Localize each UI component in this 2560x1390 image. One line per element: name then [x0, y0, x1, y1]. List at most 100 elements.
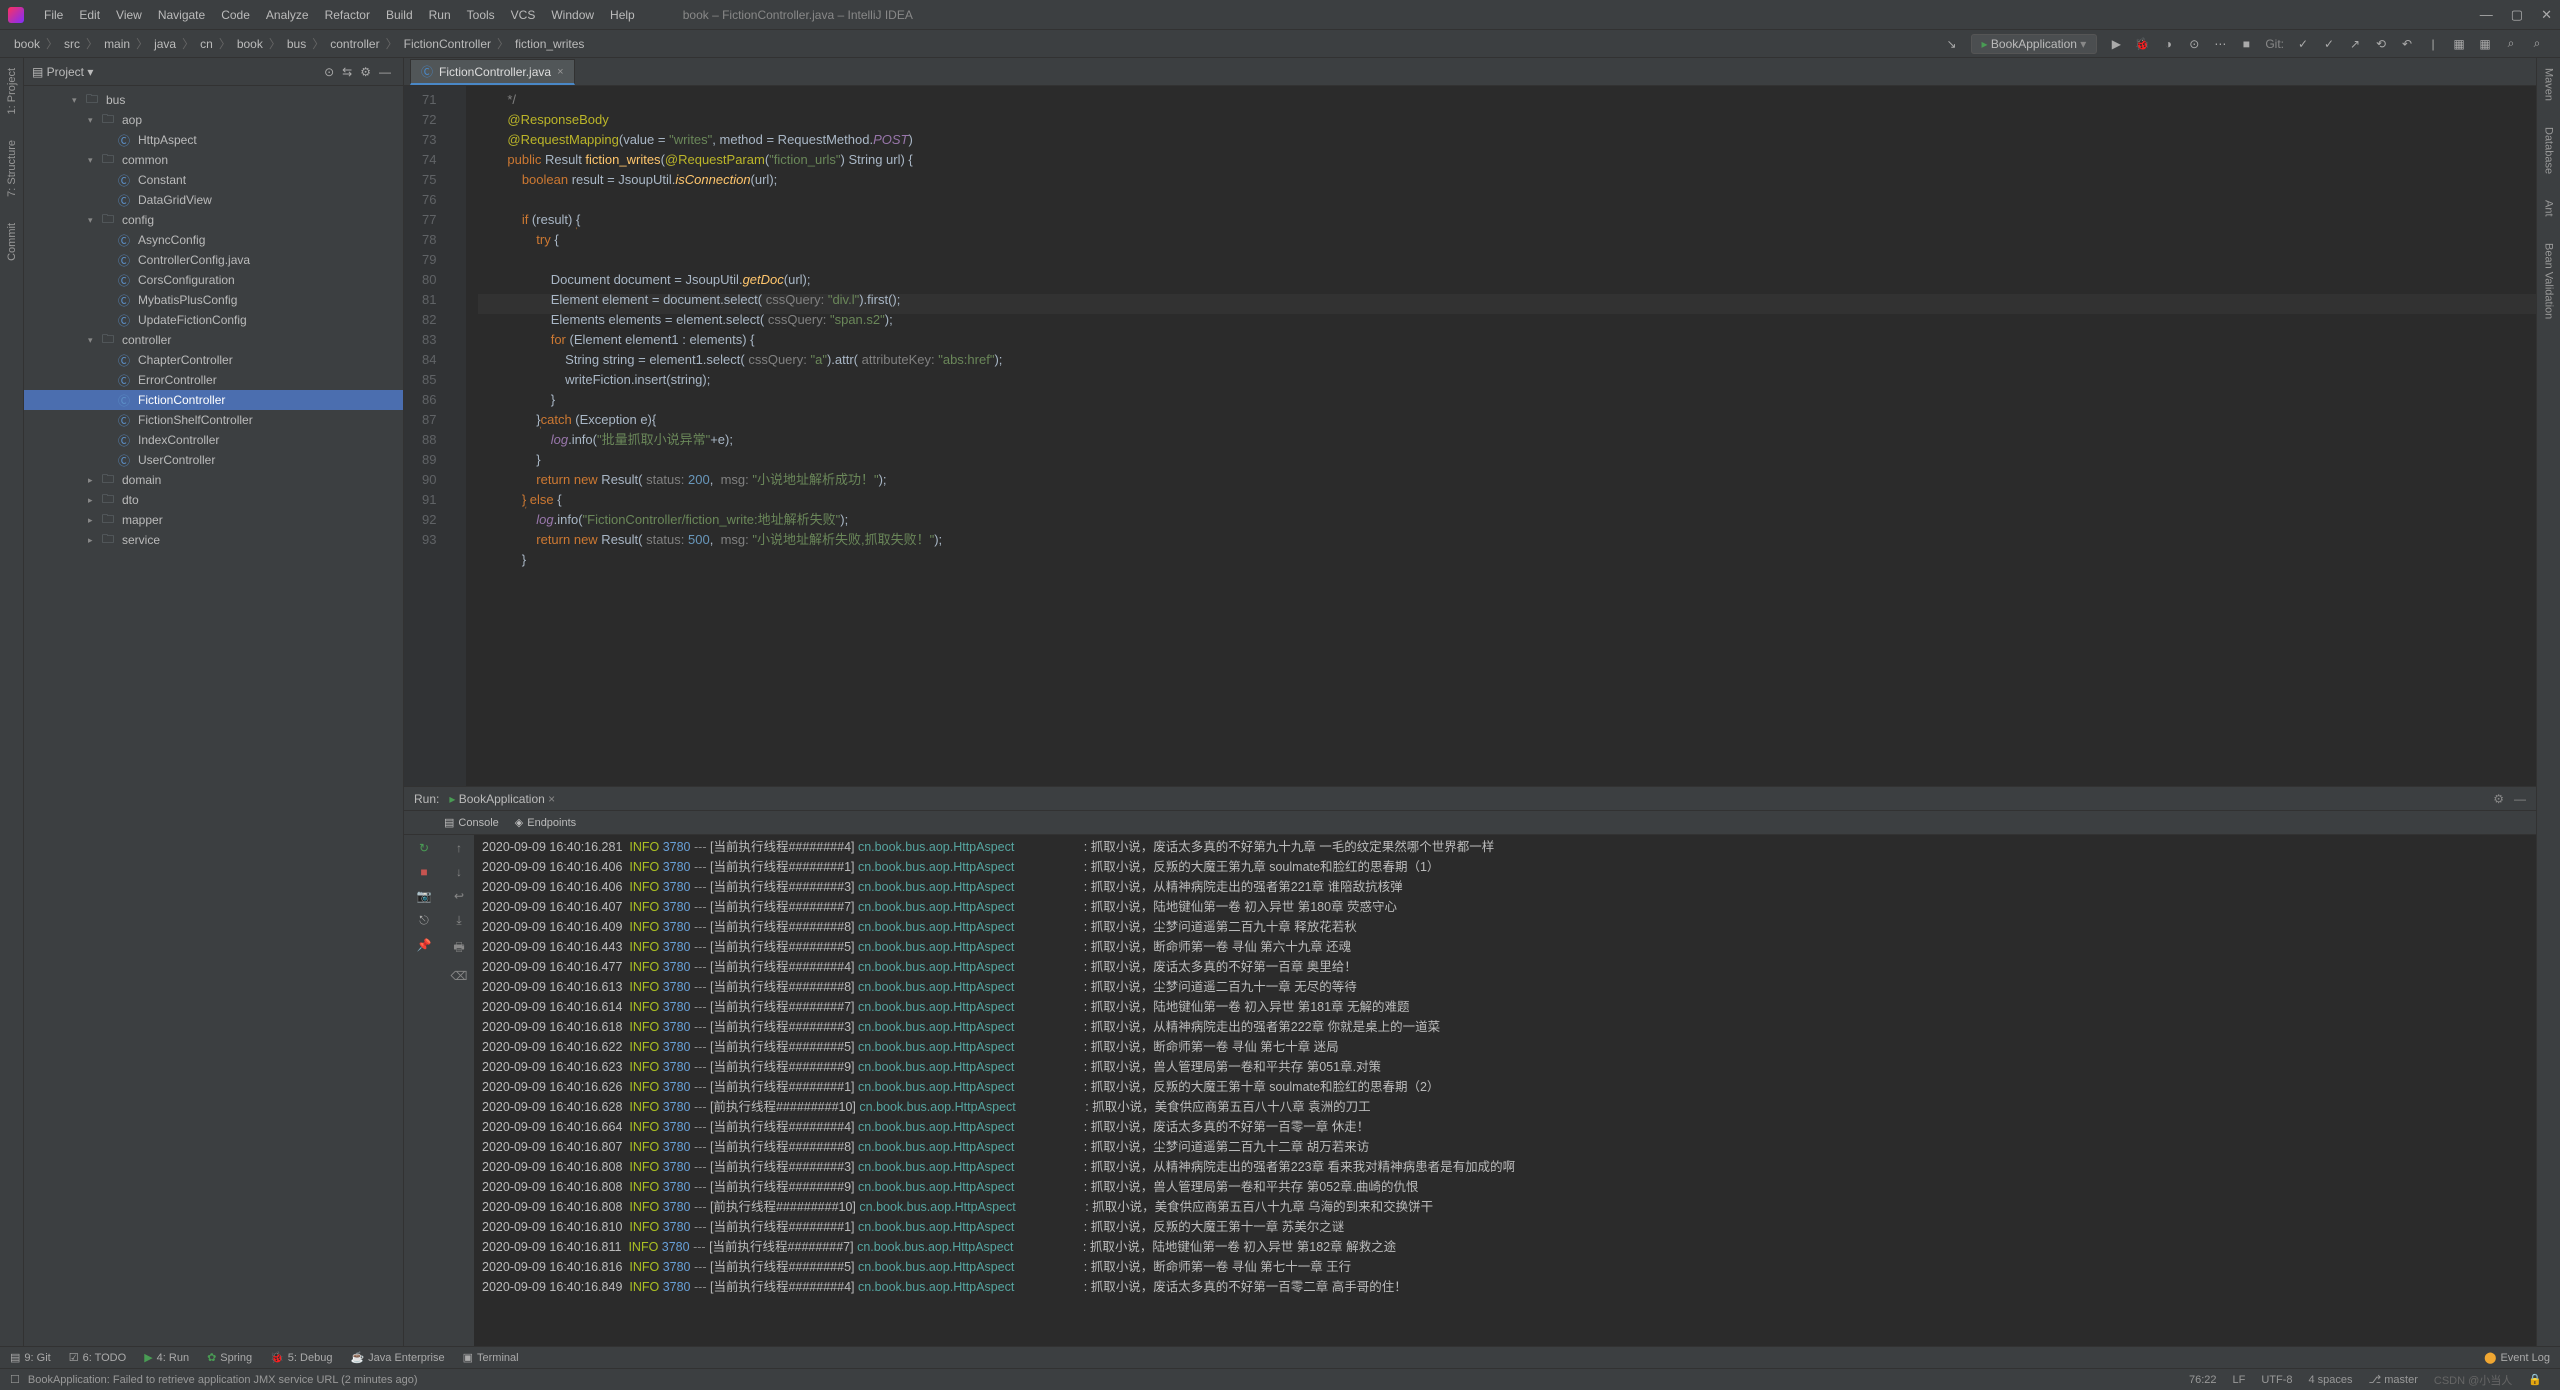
breadcrumb-item[interactable]: bus: [283, 37, 310, 51]
soft-wrap-icon[interactable]: ↩: [454, 889, 464, 903]
toggle-tool-windows-icon[interactable]: ☐: [10, 1373, 20, 1386]
line-separator[interactable]: LF: [2232, 1374, 2245, 1386]
back-arrow-icon[interactable]: ↘: [1944, 36, 1960, 52]
breadcrumb-item[interactable]: controller: [326, 37, 383, 51]
breadcrumb-item[interactable]: fiction_writes: [511, 37, 588, 51]
tree-folder[interactable]: ▾🗀common: [24, 150, 403, 170]
menu-build[interactable]: Build: [378, 8, 421, 22]
clear-all-icon[interactable]: ⌫: [451, 969, 468, 983]
menu-window[interactable]: Window: [543, 8, 602, 22]
tree-class[interactable]: ⒸFictionController: [24, 390, 403, 410]
run-settings-icon[interactable]: ⚙: [2493, 792, 2504, 806]
tree-class[interactable]: ⒸMybatisPlusConfig: [24, 290, 403, 310]
attach-icon[interactable]: ⋯: [2212, 36, 2228, 52]
menu-vcs[interactable]: VCS: [503, 8, 544, 22]
tree-folder[interactable]: ▾🗀bus: [24, 90, 403, 110]
breadcrumb-item[interactable]: cn: [196, 37, 217, 51]
tool-todo[interactable]: ☑ 6: TODO: [69, 1351, 126, 1364]
tree-folder[interactable]: ▸🗀mapper: [24, 510, 403, 530]
git-push-icon[interactable]: ↗: [2347, 36, 2363, 52]
tree-class[interactable]: ⒸAsyncConfig: [24, 230, 403, 250]
menu-refactor[interactable]: Refactor: [317, 8, 378, 22]
breadcrumb-item[interactable]: FictionController: [400, 37, 495, 51]
tool-run[interactable]: ▶ 4: Run: [144, 1351, 189, 1364]
tab-maven[interactable]: Maven: [2541, 62, 2557, 107]
menu-navigate[interactable]: Navigate: [150, 8, 213, 22]
git-rollback-icon[interactable]: ↶: [2399, 36, 2415, 52]
search-icon[interactable]: ⌕: [2529, 36, 2545, 52]
exit-icon[interactable]: ⎋: [419, 913, 429, 928]
maximize-icon[interactable]: ▢: [2511, 7, 2523, 23]
tree-folder[interactable]: ▸🗀dto: [24, 490, 403, 510]
scroll-up-icon[interactable]: ↑: [456, 841, 462, 855]
code-editor[interactable]: */ @ResponseBody @RequestMapping(value =…: [466, 86, 2536, 786]
tool-git[interactable]: ▤ 9: Git: [10, 1351, 51, 1364]
tab-bean-validation[interactable]: Bean Validation: [2541, 237, 2557, 325]
tree-folder[interactable]: ▾🗀aop: [24, 110, 403, 130]
breadcrumb-item[interactable]: java: [150, 37, 180, 51]
tree-folder[interactable]: ▸🗀service: [24, 530, 403, 550]
caret-position[interactable]: 76:22: [2189, 1374, 2217, 1386]
indent-config[interactable]: 4 spaces: [2309, 1374, 2353, 1386]
menu-edit[interactable]: Edit: [71, 8, 108, 22]
tab-commit[interactable]: Commit: [4, 217, 20, 267]
debug-icon[interactable]: 🐞: [2134, 36, 2150, 52]
tree-class[interactable]: ⒸHttpAspect: [24, 130, 403, 150]
search-everywhere-icon[interactable]: ⌕: [2503, 36, 2519, 52]
tool-spring[interactable]: ✿ Spring: [207, 1351, 252, 1364]
close-icon[interactable]: ✕: [2541, 7, 2552, 23]
close-tab-icon[interactable]: ×: [557, 66, 563, 78]
hide-panel-icon[interactable]: —: [379, 65, 391, 79]
menu-tools[interactable]: Tools: [459, 8, 503, 22]
tab-project[interactable]: 1: Project: [4, 62, 20, 120]
tool-debug[interactable]: 🐞 5: Debug: [270, 1351, 332, 1364]
tree-folder[interactable]: ▸🗀domain: [24, 470, 403, 490]
git-history-icon[interactable]: ⟲: [2373, 36, 2389, 52]
tree-class[interactable]: ⒸCorsConfiguration: [24, 270, 403, 290]
tree-folder[interactable]: ▾🗀config: [24, 210, 403, 230]
menu-file[interactable]: File: [36, 8, 71, 22]
console-output[interactable]: 2020-09-09 16:40:16.281 INFO 3780 --- [当…: [474, 835, 2536, 1346]
tree-class[interactable]: ⒸChapterController: [24, 350, 403, 370]
expand-all-icon[interactable]: ⇆: [342, 65, 352, 79]
run-icon[interactable]: ▶: [2108, 36, 2124, 52]
tree-class[interactable]: ⒸControllerConfig.java: [24, 250, 403, 270]
tab-structure[interactable]: 7: Structure: [4, 134, 20, 203]
scroll-to-end-icon[interactable]: ⤓: [456, 913, 461, 928]
tool-terminal[interactable]: ▣ Terminal: [463, 1351, 519, 1364]
console-tab[interactable]: ▤ Console: [444, 816, 499, 829]
ide-settings-icon[interactable]: ▦: [2477, 36, 2493, 52]
git-update-icon[interactable]: ✓: [2295, 36, 2311, 52]
profile-icon[interactable]: ⊙: [2186, 36, 2202, 52]
breadcrumb-item[interactable]: book: [10, 37, 44, 51]
breadcrumb-item[interactable]: book: [233, 37, 267, 51]
tab-database[interactable]: Database: [2541, 121, 2557, 180]
breadcrumb-item[interactable]: src: [60, 37, 84, 51]
minimize-icon[interactable]: —: [2480, 7, 2493, 23]
editor-tab-active[interactable]: Ⓒ FictionController.java ×: [410, 59, 575, 85]
tree-class[interactable]: ⒸConstant: [24, 170, 403, 190]
event-log[interactable]: ⬤ Event Log: [2484, 1351, 2550, 1364]
tool-java-enterprise[interactable]: ☕ Java Enterprise: [350, 1351, 444, 1364]
tree-class[interactable]: ⒸDataGridView: [24, 190, 403, 210]
dump-threads-icon[interactable]: 📷: [417, 889, 432, 903]
tree-class[interactable]: ⒸErrorController: [24, 370, 403, 390]
project-tree[interactable]: ▾🗀bus▾🗀aopⒸHttpAspect▾🗀commonⒸConstantⒸD…: [24, 86, 403, 1346]
breadcrumb-item[interactable]: main: [100, 37, 134, 51]
project-structure-icon[interactable]: ▦: [2451, 36, 2467, 52]
tree-class[interactable]: ⒸFictionShelfController: [24, 410, 403, 430]
print-icon[interactable]: 🖶: [453, 938, 464, 959]
scroll-down-icon[interactable]: ↓: [456, 865, 462, 879]
menu-run[interactable]: Run: [421, 8, 459, 22]
tree-class[interactable]: ⒸIndexController: [24, 430, 403, 450]
git-commit-icon[interactable]: ✓: [2321, 36, 2337, 52]
menu-code[interactable]: Code: [213, 8, 258, 22]
stop-process-icon[interactable]: ■: [420, 865, 427, 879]
tree-class[interactable]: ⒸUpdateFictionConfig: [24, 310, 403, 330]
hide-run-icon[interactable]: —: [2514, 792, 2526, 806]
rerun-icon[interactable]: ↻: [419, 841, 429, 855]
menu-analyze[interactable]: Analyze: [258, 8, 317, 22]
run-config-tab[interactable]: ▸ BookApplication ×: [449, 792, 555, 806]
run-config-selector[interactable]: ▸ BookApplication ▾: [1971, 34, 2098, 54]
menu-view[interactable]: View: [108, 8, 150, 22]
